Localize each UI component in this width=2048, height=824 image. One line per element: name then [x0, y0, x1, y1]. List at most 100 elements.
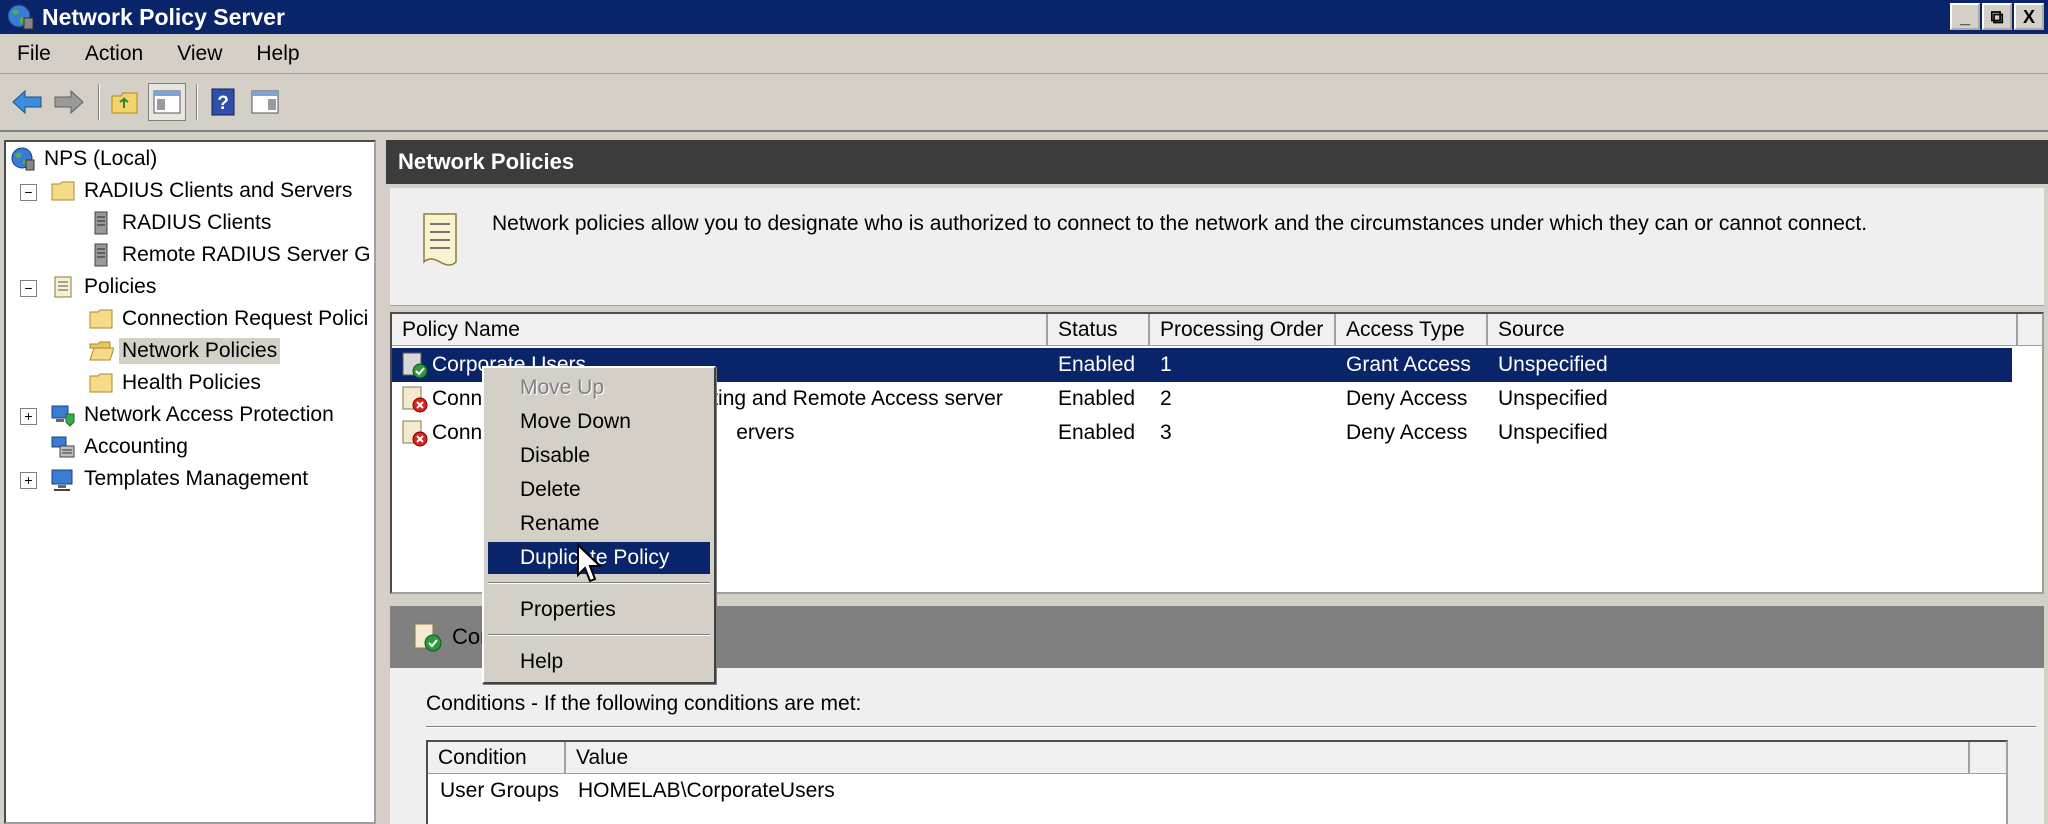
nps-globe-icon: [11, 147, 35, 171]
deny-policy-icon: [402, 420, 428, 447]
tree-label: Templates Management: [84, 467, 309, 490]
menu-item-disable[interactable]: Disable: [488, 440, 710, 472]
description-text: Network policies allow you to designate …: [492, 212, 1868, 235]
menu-item-delete[interactable]: Delete: [488, 474, 710, 506]
close-button[interactable]: X: [2014, 3, 2044, 30]
up-folder-icon: [111, 92, 138, 114]
help-button[interactable]: ?: [204, 83, 242, 121]
tree-item-nps-local[interactable]: NPS (Local): [10, 144, 157, 174]
mouse-pointer-icon: [577, 543, 603, 583]
accounting-computer-icon: [51, 436, 75, 458]
show-hide-tree-icon: [153, 90, 181, 114]
tree-label: Network Policies: [119, 338, 281, 364]
grant-policy-icon: [414, 623, 442, 652]
menu-item-properties[interactable]: Properties: [488, 594, 710, 626]
window-title: Network Policy Server: [42, 3, 285, 30]
tree-item-connection-request-policies[interactable]: Connection Request Polici: [88, 304, 368, 334]
up-one-level-button[interactable]: [106, 83, 144, 121]
folder-icon: [89, 373, 113, 393]
menu-view[interactable]: View: [160, 42, 239, 66]
show-hide-action-pane-button[interactable]: [246, 83, 284, 121]
policy-order: 1: [1160, 353, 1172, 376]
grant-policy-icon: [402, 352, 428, 379]
menu-item-move-down[interactable]: Move Down: [488, 406, 710, 438]
back-button[interactable]: [8, 83, 46, 121]
server-icon: [94, 211, 108, 235]
list-header: Policy Name Status Processing Order Acce…: [392, 314, 2042, 346]
menu-item-help[interactable]: Help: [488, 646, 710, 678]
column-access-type[interactable]: Access Type: [1336, 314, 1488, 346]
policy-status: Enabled: [1058, 353, 1136, 376]
title-bar: Network Policy Server _ ⧉ X: [0, 0, 2048, 34]
console-tree[interactable]: NPS (Local) − RADIUS Clients and Servers…: [4, 140, 376, 824]
condition-name: User Groups: [440, 779, 560, 802]
toolbar-separator: [98, 84, 100, 120]
menu-item-move-up: Move Up: [520, 376, 605, 399]
open-folder-icon: [89, 341, 114, 361]
column-value[interactable]: Value: [566, 742, 1970, 774]
menu-bar: File Action View Help: [0, 34, 2048, 74]
menu-file[interactable]: File: [0, 42, 68, 66]
expand-toggle[interactable]: +: [20, 408, 37, 425]
tree-label: NPS (Local): [44, 147, 158, 170]
folder-icon: [51, 181, 75, 201]
tree-item-radius-clients[interactable]: RADIUS Clients: [88, 208, 271, 238]
column-processing-order[interactable]: Processing Order: [1150, 314, 1336, 346]
show-hide-console-tree-button[interactable]: [148, 83, 186, 121]
conditions-label: Conditions - If the following conditions…: [426, 692, 862, 715]
collapse-toggle[interactable]: −: [20, 184, 37, 201]
tree-item-accounting[interactable]: Accounting: [50, 432, 188, 462]
help-icon: ?: [211, 88, 235, 116]
conditions-header: Condition Value: [428, 742, 2006, 774]
policy-order: 3: [1160, 421, 1172, 444]
tree-label: RADIUS Clients: [122, 211, 272, 234]
menu-action[interactable]: Action: [68, 42, 160, 66]
svg-text:?: ?: [217, 93, 229, 114]
policy-status: Enabled: [1058, 421, 1136, 444]
policy-access: Deny Access: [1346, 387, 1468, 410]
policy-name-tail: ervers: [736, 421, 795, 444]
column-policy-name[interactable]: Policy Name: [392, 314, 1048, 346]
table-row[interactable]: User Groups HOMELAB\CorporateUsers: [428, 774, 2006, 808]
pane-splitter[interactable]: [376, 140, 386, 824]
tree-item-policies[interactable]: Policies: [50, 272, 156, 302]
expand-toggle[interactable]: +: [20, 472, 37, 489]
nps-globe-icon: [7, 4, 34, 30]
policy-name: Conn: [432, 421, 483, 444]
minimize-button[interactable]: _: [1950, 3, 1980, 30]
divider: [426, 726, 2036, 728]
policy-access: Grant Access: [1346, 353, 1471, 376]
nap-computer-icon: [51, 405, 75, 427]
menu-help[interactable]: Help: [239, 42, 316, 66]
folder-icon: [89, 309, 113, 329]
policy-status: Enabled: [1058, 387, 1136, 410]
conditions-table[interactable]: Condition Value User Groups HOMELAB\Corp…: [426, 740, 2008, 824]
tree-item-network-policies[interactable]: Network Policies: [88, 336, 281, 366]
column-condition[interactable]: Condition: [428, 742, 566, 774]
policy-source: Unspecified: [1498, 387, 1608, 410]
detail-body: Conditions - If the following conditions…: [390, 668, 2044, 824]
tree-item-health-policies[interactable]: Health Policies: [88, 368, 261, 398]
description-panel: Network policies allow you to designate …: [390, 188, 2044, 306]
menu-item-rename[interactable]: Rename: [488, 508, 710, 540]
condition-value: HOMELAB\CorporateUsers: [578, 779, 835, 802]
forward-arrow-icon: [54, 89, 84, 115]
policy-scroll-icon: [423, 213, 457, 266]
forward-button[interactable]: [50, 83, 88, 121]
tree-item-network-access-protection[interactable]: Network Access Protection: [50, 400, 334, 430]
toolbar-separator: [196, 84, 198, 120]
policy-access: Deny Access: [1346, 421, 1468, 444]
tree-item-radius-clients-and-servers[interactable]: RADIUS Clients and Servers: [50, 176, 352, 206]
column-status[interactable]: Status: [1048, 314, 1150, 346]
tree-label: Network Access Protection: [84, 403, 334, 426]
tree-label: RADIUS Clients and Servers: [84, 179, 353, 202]
tree-item-remote-radius-server-groups[interactable]: Remote RADIUS Server G: [88, 240, 371, 270]
show-hide-action-pane-icon: [251, 90, 279, 114]
restore-button[interactable]: ⧉: [1982, 3, 2012, 30]
menu-separator: [488, 634, 710, 636]
tree-item-templates-management[interactable]: Templates Management: [50, 464, 308, 494]
results-header: Network Policies: [386, 140, 2048, 184]
collapse-toggle[interactable]: −: [20, 280, 37, 297]
column-source[interactable]: Source: [1488, 314, 2018, 346]
tree-label: Connection Request Polici: [122, 307, 369, 330]
